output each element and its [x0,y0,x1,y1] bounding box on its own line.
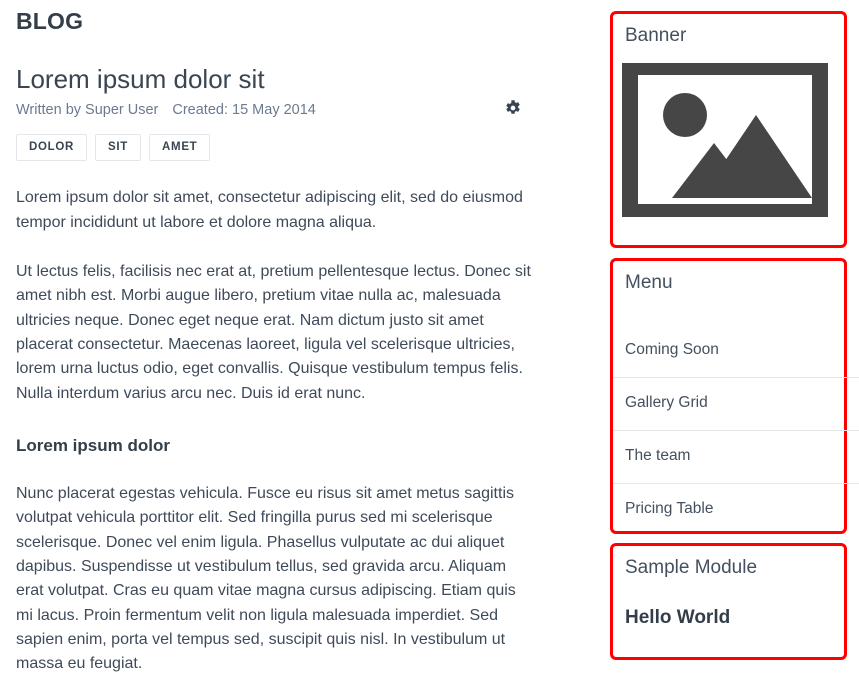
banner-module: Banner [610,11,847,248]
article-paragraph-3: Nunc placerat egestas vehicula. Fusce eu… [16,485,516,673]
menu-item-coming-soon[interactable]: Coming Soon [613,324,844,377]
tag-sit[interactable]: SIT [95,133,142,162]
tag-list: DOLOR SIT AMET [16,133,580,162]
menu-item-label: Gallery Grid [625,394,708,412]
sample-module-title: Sample Module [625,557,758,578]
menu-list: Coming Soon Gallery Grid The team Pricin… [613,324,859,536]
image-placeholder-inner [638,74,812,204]
sample-module: Sample Module Hello World [610,543,847,660]
page-title: BLOG [16,8,84,34]
article: Lorem ipsum dolor sit Written by Super U… [16,63,580,677]
article-subheading: Lorem ipsum dolor [16,435,170,455]
sample-module-body: Hello World [613,581,844,630]
tag-dolor[interactable]: DOLOR [16,133,88,162]
menu-item-gallery-grid[interactable]: Gallery Grid [613,376,859,430]
banner-module-title: Banner [625,25,687,46]
article-created-date: Created: 15 May 2014 [172,102,316,119]
main-content-column: BLOG Lorem ipsum dolor sit Written by Su… [0,0,596,677]
page-root: BLOG Lorem ipsum dolor sit Written by Su… [0,0,859,678]
tag-amet[interactable]: AMET [149,133,211,162]
banner-module-body [613,49,844,217]
menu-item-the-team[interactable]: The team [613,429,859,483]
menu-item-pricing-table[interactable]: Pricing Table [613,482,859,536]
gear-icon[interactable] [504,99,522,117]
article-title: Lorem ipsum dolor sit [16,63,265,94]
article-author: Written by Super User [16,102,159,119]
menu-item-label: The team [625,447,691,465]
article-paragraph-2: Ut lectus felis, facilisis nec erat at, … [16,263,531,402]
menu-module-title: Menu [625,272,673,293]
article-meta: Written by Super User Created: 15 May 201… [16,101,580,120]
image-placeholder-icon[interactable] [622,62,828,217]
sample-module-text: Hello World [625,606,731,628]
menu-module: Menu Coming Soon Gallery Grid The team P… [610,258,859,536]
menu-item-label: Coming Soon [625,341,719,359]
article-header: Lorem ipsum dolor sit Written by Super U… [16,63,580,120]
article-paragraph-1: Lorem ipsum dolor sit amet, consectetur … [16,189,523,231]
menu-item-label: Pricing Table [625,500,714,518]
